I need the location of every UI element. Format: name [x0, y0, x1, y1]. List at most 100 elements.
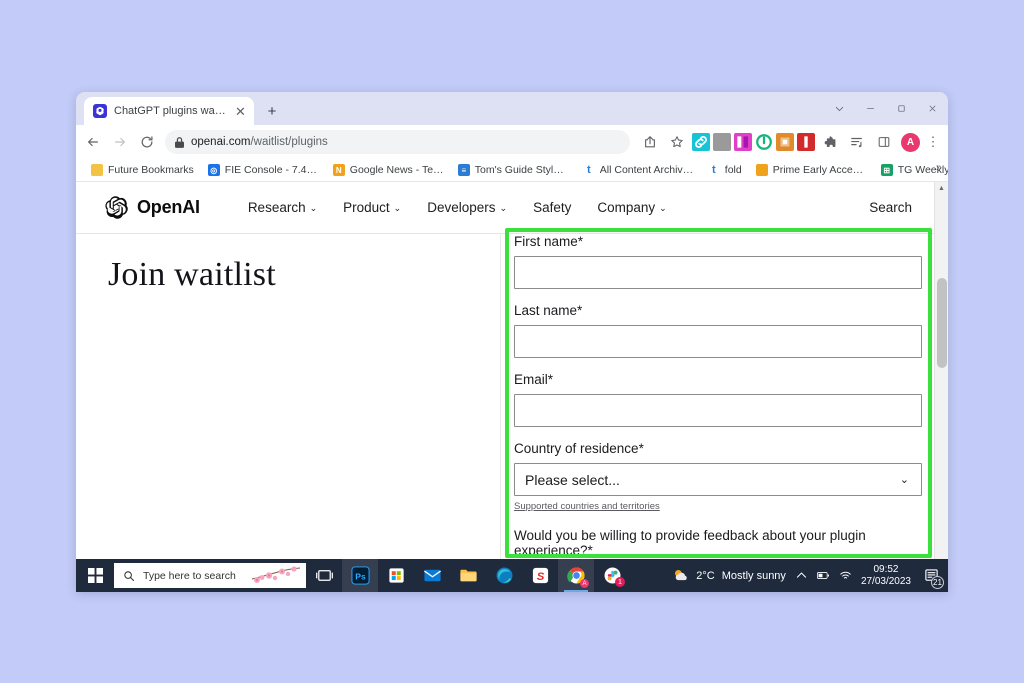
chrome-menu-icon[interactable]: ⋮	[924, 134, 942, 150]
site-header: OpenAI Research ⌄ Product ⌄ Developers ⌄…	[76, 182, 948, 234]
avatar[interactable]: A	[901, 133, 920, 152]
scroll-up-icon[interactable]: ▲	[935, 182, 948, 195]
pink-extension-icon[interactable]	[734, 133, 752, 151]
bookmarks-overflow-icon[interactable]: »	[936, 162, 942, 174]
scrollbar-thumb[interactable]	[937, 278, 947, 368]
link-extension-icon[interactable]	[692, 133, 710, 151]
nav-item-research[interactable]: Research ⌄	[248, 200, 317, 215]
address-bar[interactable]: openai.com/waitlist/plugins	[165, 130, 630, 154]
tab-search-icon[interactable]	[824, 95, 855, 123]
openai-logo[interactable]: OpenAI	[104, 195, 200, 220]
field-label: Last name*	[514, 303, 924, 318]
orange-extension-icon[interactable]	[776, 133, 794, 151]
nav-item-developers[interactable]: Developers ⌄	[427, 200, 507, 215]
close-window-icon[interactable]	[917, 95, 948, 123]
new-tab-button[interactable]: +	[260, 99, 284, 123]
tab-title: ChatGPT plugins waitlist	[114, 105, 226, 117]
bookmark-label: All Content Archive...	[600, 164, 694, 176]
close-tab-icon[interactable]: ✕	[233, 104, 248, 119]
windows-taskbar: Type here to search Ps S	[76, 559, 948, 592]
bookmark-item[interactable]: ≡ Tom's Guide Style G...	[451, 160, 576, 180]
bookmark-star-icon[interactable]	[664, 129, 690, 155]
notification-count: 21	[931, 576, 944, 589]
minimize-icon[interactable]	[855, 95, 886, 123]
reading-list-icon[interactable]	[844, 129, 870, 155]
nav-label: Research	[248, 200, 306, 215]
docs-icon: ≡	[458, 164, 470, 176]
nav-label: Safety	[533, 200, 571, 215]
reload-icon[interactable]	[134, 129, 160, 155]
slack-badge: 1	[615, 577, 625, 587]
first-name-input[interactable]	[514, 256, 922, 289]
tray-overflow-icon[interactable]	[795, 569, 808, 582]
mail-icon[interactable]	[414, 559, 450, 592]
share-icon[interactable]	[637, 129, 663, 155]
nav-item-safety[interactable]: Safety	[533, 200, 571, 215]
bookmark-item[interactable]: Prime Early Access...	[749, 160, 874, 180]
bookmark-item[interactable]: N Google News - Tec...	[326, 160, 451, 180]
tab-strip: ChatGPT plugins waitlist ✕ +	[76, 92, 948, 125]
cherry-blossom-decoration	[248, 565, 304, 587]
bookmark-label: Google News - Tec...	[350, 164, 444, 176]
browser-tab[interactable]: ChatGPT plugins waitlist ✕	[84, 97, 254, 125]
battery-icon[interactable]	[817, 569, 830, 582]
grey-extension-icon[interactable]	[713, 133, 731, 151]
last-name-input[interactable]	[514, 325, 922, 358]
page-title: Join waitlist	[108, 256, 500, 294]
start-icon[interactable]	[76, 559, 114, 592]
url-host: openai.com	[191, 136, 250, 148]
clock[interactable]: 09:52 27/03/2023	[861, 564, 911, 588]
bookmark-item[interactable]: Future Bookmarks	[84, 160, 201, 180]
lock-icon	[175, 137, 184, 148]
photoshop-icon[interactable]: Ps	[342, 559, 378, 592]
nav-item-product[interactable]: Product ⌄	[343, 200, 401, 215]
search-input[interactable]: Type here to search	[114, 563, 306, 588]
red-extension-icon[interactable]	[797, 133, 815, 151]
weather-widget[interactable]: 2°C Mostly sunny	[672, 567, 786, 584]
url-text: openai.com/waitlist/plugins	[191, 136, 328, 148]
microsoft-store-icon[interactable]	[378, 559, 414, 592]
supported-countries-link[interactable]: Supported countries and territories	[514, 501, 660, 512]
site-search-link[interactable]: Search	[869, 200, 912, 215]
chevron-down-icon: ⌄	[900, 473, 909, 486]
field-label: Country of residence*	[514, 441, 924, 456]
form-field-country: Country of residence* Please select... ⌄…	[514, 441, 924, 514]
forward-icon[interactable]	[107, 129, 133, 155]
back-icon[interactable]	[80, 129, 106, 155]
trello-icon: t	[583, 164, 595, 176]
slack-icon[interactable]: 1	[594, 559, 630, 592]
bookmark-label: Prime Early Access...	[773, 164, 867, 176]
microsoft-edge-icon[interactable]	[486, 559, 522, 592]
maximize-icon[interactable]	[886, 95, 917, 123]
chevron-down-icon: ⌄	[310, 203, 318, 214]
nav-item-company[interactable]: Company ⌄	[597, 200, 666, 215]
snagit-icon[interactable]: S	[522, 559, 558, 592]
weather-temperature: 2°C	[696, 570, 714, 582]
clock-time: 09:52	[861, 564, 911, 576]
email-input[interactable]	[514, 394, 922, 427]
wifi-icon[interactable]	[839, 569, 852, 582]
chrome-profile-badge: A	[580, 579, 589, 588]
chevron-down-icon: ⌄	[500, 203, 508, 214]
bookmarks-bar: Future Bookmarks ◎ FIE Console - 7.45.9.…	[76, 159, 948, 182]
green-circle-extension-icon[interactable]	[755, 133, 773, 151]
bookmark-item[interactable]: ◎ FIE Console - 7.45.9...	[201, 160, 326, 180]
search-placeholder: Type here to search	[143, 570, 236, 582]
bookmark-item[interactable]: t All Content Archive...	[576, 160, 701, 180]
feedback-question-label: Would you be willing to provide feedback…	[514, 528, 924, 558]
clock-date: 27/03/2023	[861, 576, 911, 588]
side-panel-icon[interactable]	[871, 129, 897, 155]
page-scrollbar[interactable]: ▲ ▼	[934, 182, 948, 592]
puzzle-extensions-icon[interactable]	[817, 129, 843, 155]
google-chrome-icon[interactable]: A	[558, 559, 594, 592]
file-explorer-icon[interactable]	[450, 559, 486, 592]
svg-text:Ps: Ps	[355, 571, 366, 581]
notifications-button[interactable]: 21	[920, 565, 942, 587]
bookmark-label: Future Bookmarks	[108, 164, 194, 176]
country-select[interactable]: Please select... ⌄	[514, 463, 922, 496]
system-tray: 2°C Mostly sunny 09:52 27/03/2023 21	[672, 564, 948, 588]
nav-label: Product	[343, 200, 390, 215]
mostly-sunny-icon	[672, 567, 689, 584]
bookmark-item[interactable]: t fold	[701, 160, 749, 180]
task-view-icon[interactable]	[306, 559, 342, 592]
